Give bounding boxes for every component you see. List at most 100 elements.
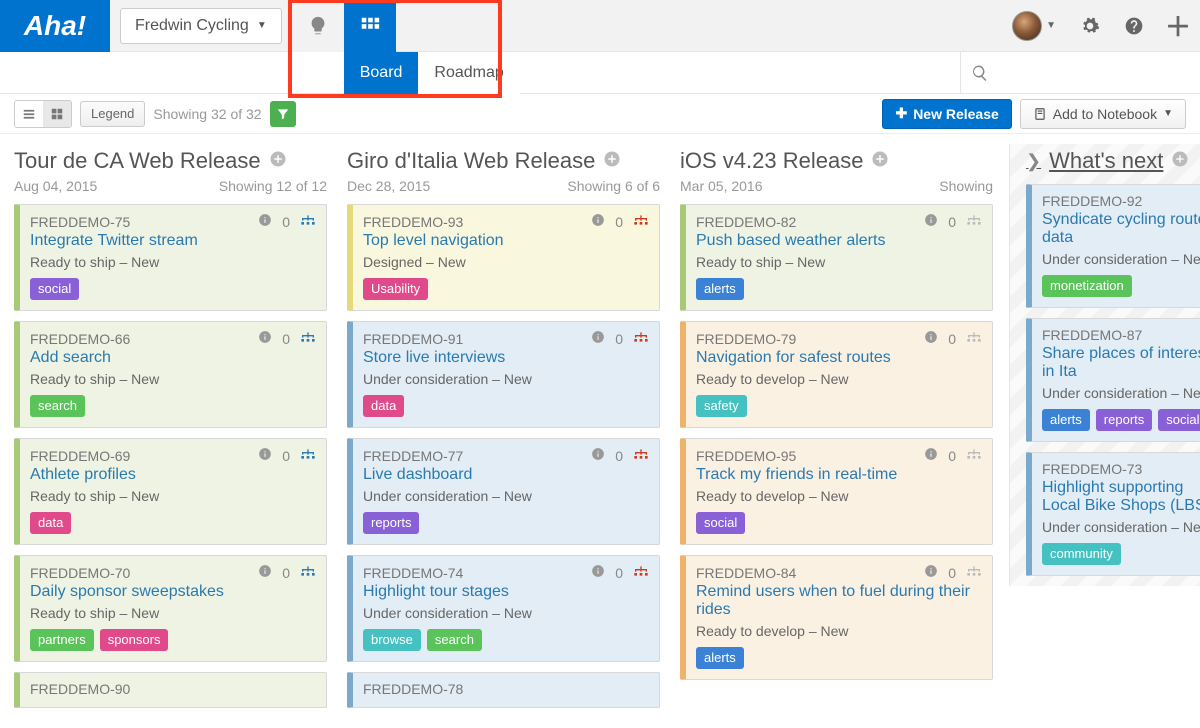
card-status: Ready to develop – New — [696, 488, 982, 504]
board: Tour de CA Web ReleaseAug 04, 2015Showin… — [0, 134, 1200, 728]
card-tags: Usability — [363, 278, 649, 300]
feature-card[interactable]: FREDDEMO-840Remind users when to fuel du… — [680, 555, 993, 680]
view-list-button[interactable] — [15, 101, 43, 127]
card-tags: community — [1042, 543, 1200, 565]
card-count: 0 — [615, 331, 623, 347]
list-icon — [22, 107, 36, 121]
board-nav-button[interactable] — [344, 0, 396, 52]
card-title[interactable]: Daily sponsor sweepstakes — [30, 583, 316, 601]
user-menu[interactable]: ▼ — [1000, 0, 1068, 52]
search-input[interactable] — [960, 52, 1200, 94]
whats-next-column: ❯What's nextFREDDEMO-92Syndicate cycling… — [1009, 144, 1200, 586]
legend-button[interactable]: Legend — [80, 101, 145, 127]
feature-card[interactable]: FREDDEMO-700Daily sponsor sweepstakesRea… — [14, 555, 327, 662]
feature-card[interactable]: FREDDEMO-90 — [14, 672, 327, 708]
info-icon — [924, 564, 938, 581]
card-title[interactable]: Track my friends in real-time — [696, 466, 982, 484]
add-feature-icon[interactable] — [603, 150, 621, 173]
filter-button[interactable] — [270, 101, 296, 127]
card-tags: search — [30, 395, 316, 417]
info-icon — [258, 447, 272, 464]
card-id: FREDDEMO-87 — [1042, 327, 1200, 343]
hierarchy-icon — [966, 449, 982, 463]
feature-card[interactable]: FREDDEMO-790Navigation for safest routes… — [680, 321, 993, 428]
tag[interactable]: reports — [363, 512, 419, 534]
feature-card[interactable]: FREDDEMO-660Add searchReady to ship – Ne… — [14, 321, 327, 428]
tag[interactable]: alerts — [1042, 409, 1090, 431]
add-feature-icon[interactable] — [269, 150, 287, 173]
card-title[interactable]: Add search — [30, 349, 316, 367]
card-id: FREDDEMO-69 — [30, 448, 248, 464]
feature-card[interactable]: FREDDEMO-930Top level navigationDesigned… — [347, 204, 660, 311]
feature-card[interactable]: FREDDEMO-78 — [347, 672, 660, 708]
tag[interactable]: search — [427, 629, 482, 651]
ideas-nav-button[interactable] — [292, 0, 344, 52]
card-title[interactable]: Push based weather alerts — [696, 232, 982, 250]
card-id: FREDDEMO-95 — [696, 448, 914, 464]
toolbar: Legend Showing 32 of 32 ✚New Release Add… — [0, 94, 1200, 134]
card-title[interactable]: Navigation for safest routes — [696, 349, 982, 367]
card-title[interactable]: Store live interviews — [363, 349, 649, 367]
tab-roadmap[interactable]: Roadmap — [418, 52, 519, 94]
column-date: Dec 28, 2015 — [347, 178, 430, 194]
card-title[interactable]: Highlight tour stages — [363, 583, 649, 601]
card-title[interactable]: Syndicate cycling route data — [1042, 211, 1200, 247]
card-title[interactable]: Remind users when to fuel during their r… — [696, 583, 982, 619]
lightbulb-icon — [307, 15, 329, 37]
new-release-label: New Release — [913, 106, 999, 122]
tag[interactable]: monetization — [1042, 275, 1132, 297]
feature-card[interactable]: FREDDEMO-950Track my friends in real-tim… — [680, 438, 993, 545]
settings-button[interactable] — [1068, 0, 1112, 52]
add-feature-icon[interactable] — [1171, 148, 1189, 174]
add-notebook-button[interactable]: Add to Notebook ▼ — [1020, 99, 1186, 129]
tag[interactable]: social — [1158, 409, 1200, 431]
feature-card[interactable]: FREDDEMO-820Push based weather alertsRea… — [680, 204, 993, 311]
card-status: Ready to develop – New — [696, 623, 982, 639]
card-meta: 0 — [258, 213, 316, 230]
view-grid-button[interactable] — [43, 101, 71, 127]
tag[interactable]: safety — [696, 395, 747, 417]
feature-card[interactable]: FREDDEMO-750Integrate Twitter streamRead… — [14, 204, 327, 311]
tag[interactable]: community — [1042, 543, 1121, 565]
tag[interactable]: alerts — [696, 278, 744, 300]
card-meta: 0 — [924, 330, 982, 347]
card-tags: monetization — [1042, 275, 1200, 297]
new-release-button[interactable]: ✚New Release — [882, 99, 1011, 129]
top-bar: Aha! Fredwin Cycling ▼ Board Roadmap ▼ ＋ — [0, 0, 1200, 52]
card-status: Under consideration – New — [1042, 519, 1200, 535]
tag[interactable]: data — [363, 395, 404, 417]
tag[interactable]: reports — [1096, 409, 1152, 431]
card-title[interactable]: Live dashboard — [363, 466, 649, 484]
tag[interactable]: Usability — [363, 278, 428, 300]
card-status: Under consideration – New — [1042, 251, 1200, 267]
feature-card[interactable]: FREDDEMO-73Highlight supporting Local Bi… — [1026, 452, 1200, 576]
feature-card[interactable]: FREDDEMO-690Athlete profilesReady to shi… — [14, 438, 327, 545]
tag[interactable]: sponsors — [100, 629, 169, 651]
tag[interactable]: search — [30, 395, 85, 417]
card-title[interactable]: Athlete profiles — [30, 466, 316, 484]
tag[interactable]: social — [30, 278, 79, 300]
card-title[interactable]: Top level navigation — [363, 232, 649, 250]
chevron-right-icon[interactable]: ❯ — [1026, 151, 1041, 172]
card-title[interactable]: Integrate Twitter stream — [30, 232, 316, 250]
feature-card[interactable]: FREDDEMO-770Live dashboardUnder consider… — [347, 438, 660, 545]
feature-card[interactable]: FREDDEMO-910Store live interviewsUnder c… — [347, 321, 660, 428]
tag[interactable]: data — [30, 512, 71, 534]
tab-board[interactable]: Board — [344, 52, 419, 94]
product-picker[interactable]: Fredwin Cycling ▼ — [120, 8, 282, 44]
hierarchy-icon — [300, 449, 316, 463]
caret-down-icon: ▼ — [1046, 20, 1056, 31]
tag[interactable]: browse — [363, 629, 421, 651]
card-title[interactable]: Share places of interest in Ita — [1042, 345, 1200, 381]
showing-count: Showing 32 of 32 — [153, 106, 261, 122]
add-feature-icon[interactable] — [871, 150, 889, 173]
card-title[interactable]: Highlight supporting Local Bike Shops (L… — [1042, 479, 1200, 515]
help-button[interactable] — [1112, 0, 1156, 52]
add-button[interactable]: ＋ — [1156, 0, 1200, 52]
tag[interactable]: partners — [30, 629, 94, 651]
feature-card[interactable]: FREDDEMO-87 Share places of interest in I… — [1026, 318, 1200, 442]
feature-card[interactable]: FREDDEMO-92Syndicate cycling route dataU… — [1026, 184, 1200, 308]
tag[interactable]: alerts — [696, 647, 744, 669]
tag[interactable]: social — [696, 512, 745, 534]
feature-card[interactable]: FREDDEMO-740Highlight tour stagesUnder c… — [347, 555, 660, 662]
